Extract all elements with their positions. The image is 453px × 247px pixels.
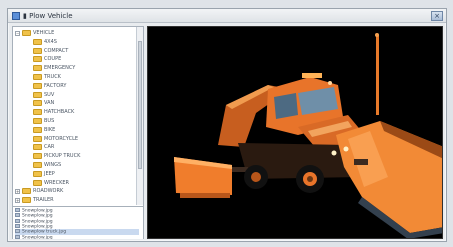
tree-item[interactable]: − VEHICLE (13, 29, 137, 37)
tree-item[interactable]: + TRAILER (13, 196, 137, 204)
tree-item-label: COUPE (44, 56, 62, 63)
tree-item[interactable]: HATCHBACK (13, 108, 137, 116)
3d-viewport[interactable] (147, 26, 443, 239)
folder-icon (33, 153, 42, 160)
tree-item-label: BUS (44, 118, 55, 124)
tree-item-label: WINGS (44, 162, 62, 168)
tree-item-label: WRECKER (44, 179, 69, 186)
tree-item[interactable]: TRUCK (13, 73, 137, 81)
tree-item-label: MOTORCYCLE (44, 135, 79, 142)
tree-item[interactable]: BUS (13, 117, 137, 125)
tree-item-label: CAR (44, 144, 55, 151)
tree-item[interactable]: PICKUP TRUCK (13, 152, 137, 160)
image-file-icon (15, 229, 20, 234)
folder-icon (22, 188, 31, 195)
folder-icon (33, 109, 42, 116)
close-button[interactable]: × (431, 11, 443, 21)
tree-item-label: 4X4S (44, 38, 57, 45)
tree-item-label: VAN (44, 100, 55, 107)
image-file-icon (15, 213, 20, 218)
tree-item-label: HATCHBACK (44, 109, 75, 116)
file-item-label: Snowplow.jpg (22, 235, 53, 239)
tree-item-label: TRAILER (33, 197, 54, 204)
folder-icon (33, 38, 42, 45)
tree-expander-icon[interactable]: + (15, 198, 20, 204)
scrollbar-thumb[interactable] (138, 41, 142, 169)
app-icon (12, 12, 20, 20)
tree-item[interactable]: MOTORCYCLE (13, 135, 137, 143)
tree-item-label: ROADWORK (33, 188, 64, 195)
file-item[interactable]: Snowplow.jpg (15, 234, 139, 239)
tree-item-label: COMPACT (44, 47, 69, 54)
tree-item[interactable]: VAN (13, 99, 137, 107)
tree-item[interactable]: SUV (13, 91, 137, 99)
tree-item[interactable]: WINGS (13, 161, 137, 169)
folder-tree: − VEHICLE 4X4S COMPACT COUPE EMERGENCY TRUCK FA… (13, 27, 137, 205)
folder-icon (33, 65, 42, 72)
tree-item-label: SUV (44, 91, 55, 98)
snowplow-truck-model (174, 33, 442, 238)
tree-item-label: BIKE (44, 126, 56, 133)
tree-item-label: JEEP (44, 170, 55, 177)
folder-icon (33, 126, 42, 133)
mast (376, 35, 379, 115)
folder-icon (22, 30, 31, 36)
folder-icon (22, 197, 31, 204)
tree-item-label: PICKUP TRUCK (44, 153, 81, 160)
tree-item-label: FACTORY (44, 82, 67, 89)
folder-icon (33, 82, 42, 89)
tree-expander-icon[interactable]: − (15, 31, 20, 36)
folder-icon (33, 170, 42, 177)
folder-icon (33, 47, 42, 54)
image-file-icon (15, 234, 20, 239)
tree-item-label: TRUCK (44, 74, 61, 80)
tree-item[interactable]: COUPE (13, 55, 137, 63)
app-window: ▮ Plow Vehicle × − VEHICLE 4X4S COMPACT COUP… (7, 8, 447, 242)
folder-icon (33, 162, 42, 168)
folder-icon (33, 179, 42, 186)
window-title: ▮ Plow Vehicle (23, 12, 73, 20)
browser-panel: − VEHICLE 4X4S COMPACT COUPE EMERGENCY TRUCK FA… (12, 26, 144, 239)
folder-icon (33, 135, 42, 142)
image-file-icon (15, 218, 20, 223)
tree-item[interactable]: BIKE (13, 126, 137, 134)
folder-icon (33, 118, 42, 124)
tree-scrollbar[interactable] (136, 27, 143, 205)
image-file-icon (15, 223, 20, 228)
tree-item[interactable]: WRECKER (13, 179, 137, 187)
file-list: Snowplow.jpg Snowplow.jpg Snowplow.jpg Snow… (13, 206, 143, 239)
tree-item[interactable]: FACTORY (13, 82, 137, 90)
tree-item[interactable]: EMERGENCY (13, 64, 137, 72)
folder-icon (33, 100, 42, 107)
folder-icon (33, 74, 42, 80)
tree-item[interactable]: JEEP (13, 170, 137, 178)
tree-expander-icon[interactable]: + (15, 189, 20, 195)
tree-item[interactable]: COMPACT (13, 47, 137, 55)
side-window (274, 93, 298, 119)
folder-icon (33, 91, 42, 98)
tree-item[interactable]: + ROADWORK (13, 187, 137, 195)
tree-item[interactable]: CAR (13, 143, 137, 151)
image-file-icon (15, 208, 20, 212)
title-bar[interactable]: ▮ Plow Vehicle × (8, 9, 446, 23)
folder-icon (33, 56, 42, 63)
tree-item-label: VEHICLE (33, 30, 55, 36)
tree-item-label: EMERGENCY (44, 65, 76, 72)
tree-item[interactable]: 4X4S (13, 38, 137, 46)
folder-icon (33, 144, 42, 151)
